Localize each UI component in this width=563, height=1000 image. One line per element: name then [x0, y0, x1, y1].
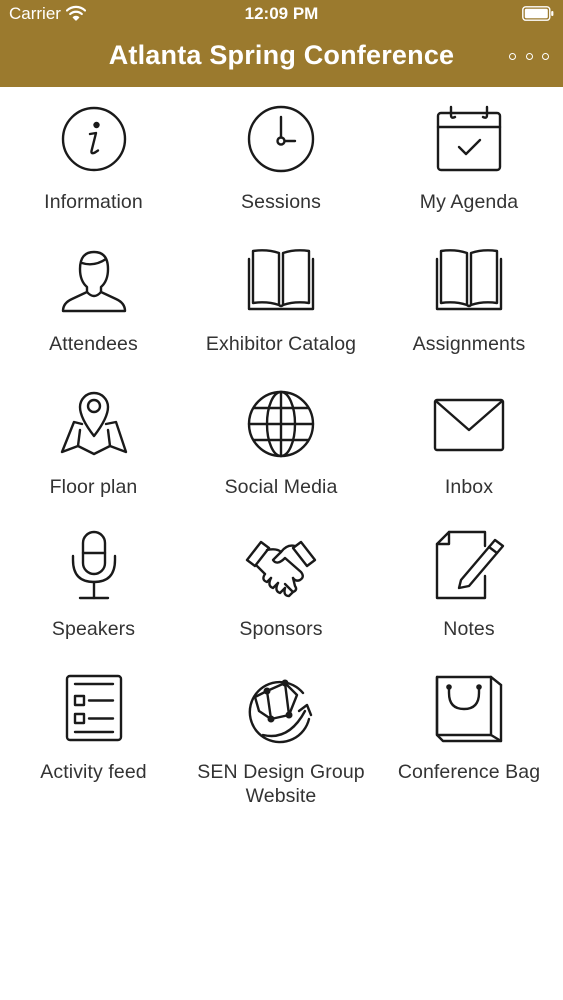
map-pin-icon — [56, 386, 132, 462]
person-icon — [56, 243, 132, 319]
menu-item-label: Exhibitor Catalog — [205, 333, 357, 356]
page-title: Atlanta Spring Conference — [108, 40, 455, 70]
menu-item-label: SEN Design Group Website — [197, 760, 365, 807]
globe-icon — [243, 386, 319, 462]
envelope-icon — [431, 386, 507, 462]
menu-item-sen-design-group-website[interactable]: SEN Design Group Website — [187, 657, 375, 807]
handshake-icon — [243, 528, 319, 604]
menu-item-label: Assignments — [412, 333, 526, 356]
menu-item-label: Sessions — [241, 191, 321, 213]
menu-item-notes[interactable]: Notes — [375, 514, 563, 656]
more-dot-icon — [525, 52, 533, 60]
menu-item-activity-feed[interactable]: Activity feed — [0, 657, 187, 799]
status-bar: Carrier 12:09 PM — [0, 0, 563, 30]
menu-item-label: Sponsors — [239, 618, 323, 641]
info-icon — [56, 101, 132, 177]
menu-item-floor-plan[interactable]: Floor plan — [0, 372, 187, 514]
menu-item-label: Attendees — [49, 333, 138, 356]
note-pencil-icon — [431, 528, 507, 604]
header-bar: Carrier 12:09 PM Atlanta Spring Conferen… — [0, 0, 563, 87]
menu-item-label: Floor plan — [49, 475, 138, 498]
list-card-icon — [56, 671, 132, 747]
shopping-bag-icon — [431, 671, 507, 747]
menu-item-social-media[interactable]: Social Media — [187, 372, 375, 514]
more-dot-icon — [509, 52, 516, 60]
more-dot-icon — [542, 52, 549, 60]
menu-item-label: My Agenda — [419, 191, 519, 213]
menu-item-label: Social Media — [224, 475, 338, 498]
menu-item-information[interactable]: Information — [0, 87, 187, 229]
menu-item-exhibitor-catalog[interactable]: Exhibitor Catalog — [187, 229, 375, 371]
menu-item-speakers[interactable]: Speakers — [0, 514, 187, 656]
battery-icon — [522, 6, 554, 21]
menu-item-label: Conference Bag — [397, 760, 541, 783]
status-time: 12:09 PM — [244, 4, 319, 23]
menu-item-label: Notes — [443, 618, 495, 641]
menu-item-label: Speakers — [51, 618, 136, 641]
menu-item-sponsors[interactable]: Sponsors — [187, 514, 375, 656]
menu-item-inbox[interactable]: Inbox — [375, 372, 563, 514]
more-options-button[interactable] — [509, 44, 549, 68]
clock-icon — [243, 101, 319, 177]
book-icon — [431, 243, 507, 319]
network-globe-icon — [243, 671, 319, 747]
menu-item-my-agenda[interactable]: My Agenda — [375, 87, 563, 229]
menu-item-label: Inbox — [444, 475, 494, 498]
menu-item-label: Information — [44, 191, 143, 213]
microphone-icon — [56, 528, 132, 604]
book-icon — [243, 243, 319, 319]
menu-item-attendees[interactable]: Attendees — [0, 229, 187, 371]
menu-item-label: Activity feed — [40, 760, 147, 783]
menu-item-sessions[interactable]: Sessions — [187, 87, 375, 229]
menu-item-assignments[interactable]: Assignments — [375, 229, 563, 371]
calendar-check-icon — [431, 101, 507, 177]
menu-item-conference-bag[interactable]: Conference Bag — [375, 657, 563, 799]
menu-grid: Information Sessions My Agenda Attendees… — [0, 87, 563, 807]
